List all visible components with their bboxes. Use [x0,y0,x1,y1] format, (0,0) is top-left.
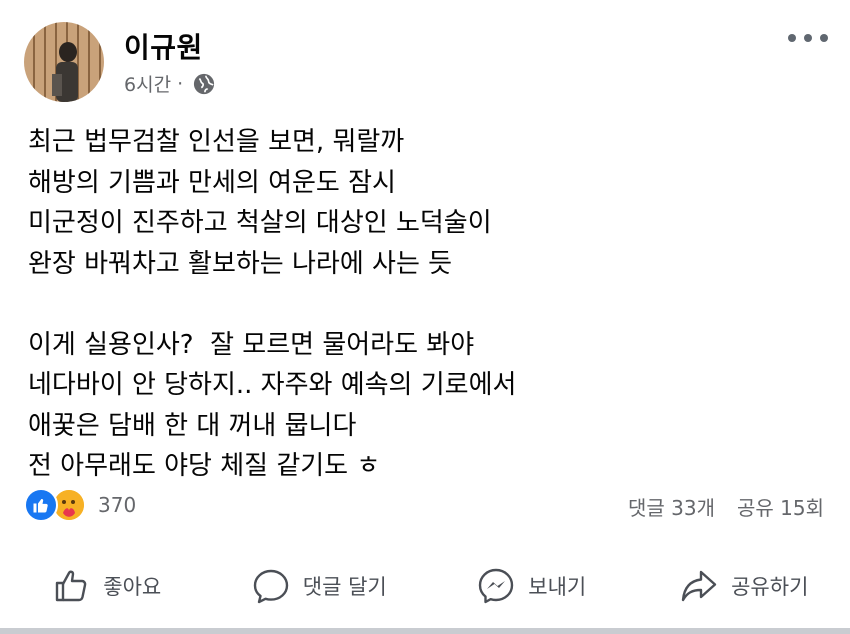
divider [0,628,850,634]
post-line: 이게 실용인사? 잘 모르면 물어라도 봐야 [28,329,475,360]
post-line: 미군정이 진주하고 척살의 대상인 노덕술이 [28,208,492,238]
messenger-icon [479,568,514,604]
post-line: 네다바이 안 당하지.. 자주와 예속의 기로에서 [28,370,517,400]
meta-separator: · [177,72,184,95]
post-line: 완장 바꿔차고 활보하는 나라에 사는 듯 [28,248,453,279]
like-button[interactable]: 좋아요 [0,556,213,616]
post-line: 해방의 기쁨과 만세의 여운도 잠시 [28,167,396,198]
comment-count[interactable]: 댓글 33개 [628,492,715,521]
post-line-blank [28,284,818,325]
action-bar: 좋아요 댓글 달기 보내기 공유하기 [0,556,850,616]
comment-button[interactable]: 댓글 달기 [213,556,426,616]
share-label: 공유하기 [731,575,809,599]
author-name[interactable]: 이규원 [124,26,203,66]
post-line: 최근 법무검찰 인선을 보면, 뭐랄까 [28,127,405,157]
comment-label: 댓글 달기 [302,575,387,599]
post-body: 최근 법무검찰 인선을 보면, 뭐랄까 해방의 기쁨과 만세의 여운도 잠시 미… [28,122,818,487]
send-button[interactable]: 보내기 [425,556,638,616]
share-arrow-icon [681,570,717,602]
avatar[interactable] [24,22,104,102]
like-reaction-icon [24,488,58,522]
send-label: 보내기 [528,575,587,599]
dot-icon [820,34,828,42]
dot-icon [804,34,812,42]
engagement-stats: 댓글 33개 공유 15회 [628,492,824,521]
like-label: 좋아요 [103,575,162,599]
post-time[interactable]: 6시간 [124,70,171,97]
post-meta: 6시간 · [124,70,215,97]
reaction-summary[interactable]: 370 [24,488,136,522]
post-line: 애꿎은 담배 한 대 꺼내 뭅니다 [28,410,357,441]
dot-icon [788,34,796,42]
globe-icon[interactable] [193,73,215,95]
comment-bubble-icon [253,569,288,604]
person-photo-icon [52,42,78,102]
thumbs-up-icon [56,570,87,602]
post-line: 전 아무래도 야당 체질 같기도 ㅎ [28,451,381,481]
more-options-button[interactable] [788,28,828,48]
share-button[interactable]: 공유하기 [638,556,850,616]
share-count[interactable]: 공유 15회 [737,492,824,521]
reaction-count: 370 [98,493,137,517]
